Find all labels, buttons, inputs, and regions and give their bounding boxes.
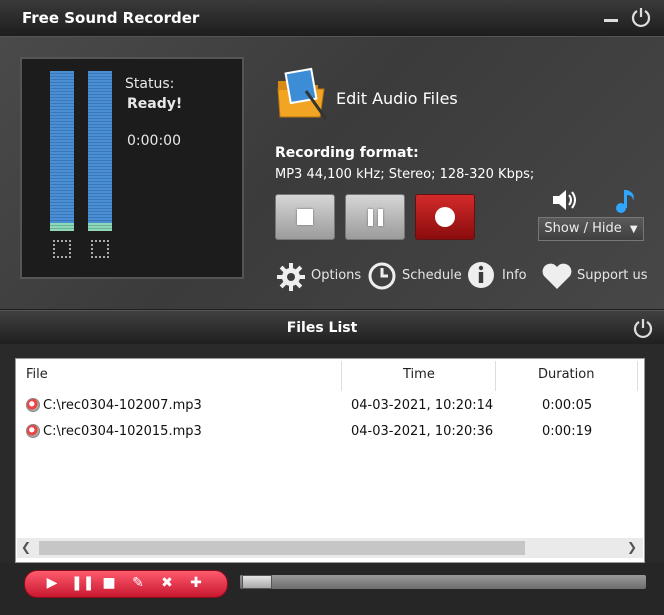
files-list-title: Files List <box>286 320 358 336</box>
column-separator <box>495 361 496 391</box>
column-header-duration[interactable]: Duration <box>538 367 594 391</box>
right-level-meter <box>88 71 112 231</box>
options-link[interactable]: Options <box>311 268 361 283</box>
show-hide-label: Show / Hide <box>544 221 622 236</box>
scroll-left-icon[interactable]: ❮ <box>21 540 31 554</box>
table-row[interactable]: C:\rec0304-102007.mp3 04-03-2021, 10:20:… <box>17 395 643 417</box>
show-hide-dropdown[interactable]: Show / Hide ▼ <box>538 217 644 241</box>
record-button[interactable] <box>415 194 475 240</box>
right-channel-icon <box>91 240 109 258</box>
music-note-icon[interactable] <box>612 187 638 215</box>
row-duration: 0:00:05 <box>542 398 593 413</box>
seek-bar[interactable] <box>240 575 646 589</box>
status-value: Ready! <box>127 96 183 112</box>
heart-icon[interactable] <box>541 261 573 291</box>
files-table[interactable]: File Time Duration C:\rec0304-102007.mp3… <box>15 358 645 563</box>
table-row[interactable]: C:\rec0304-102015.mp3 04-03-2021, 10:20:… <box>17 421 643 443</box>
recording-format-label: Recording format: <box>275 145 419 161</box>
row-time: 04-03-2021, 10:20:36 <box>351 424 494 439</box>
audio-file-icon <box>26 398 40 412</box>
add-file-icon[interactable]: ✚ <box>187 574 205 592</box>
folder-music-icon[interactable] <box>274 67 330 123</box>
edit-file-icon[interactable]: ✎ <box>129 574 147 592</box>
files-list-header: Files List <box>0 310 664 345</box>
row-file: C:\rec0304-102015.mp3 <box>43 424 202 439</box>
seek-thumb[interactable] <box>242 575 272 589</box>
minimize-icon[interactable] <box>600 5 622 27</box>
power-icon[interactable] <box>632 317 654 339</box>
player-controls: ▶ ❚❚ ■ ✎ ✖ ✚ <box>24 570 228 598</box>
column-separator <box>637 361 638 391</box>
scroll-right-icon[interactable]: ❯ <box>627 540 637 554</box>
left-level-meter <box>50 71 74 231</box>
delete-file-icon[interactable]: ✖ <box>158 574 176 592</box>
elapsed-time: 0:00:00 <box>127 133 181 149</box>
clock-icon[interactable] <box>367 261 397 291</box>
right-level-meter-base <box>88 223 112 231</box>
column-separator <box>341 361 342 391</box>
app-title: Free Sound Recorder <box>22 9 200 27</box>
status-label: Status: <box>125 76 175 92</box>
recording-format-value[interactable]: MP3 44,100 kHz; Stereo; 128-320 Kbps; <box>275 167 534 182</box>
title-bar: Free Sound Recorder <box>0 0 664 37</box>
stop-icon[interactable]: ■ <box>100 574 118 592</box>
audio-file-icon <box>26 424 40 438</box>
recorder-panel: Status: Ready! 0:00:00 Edit Audio Files … <box>0 37 664 309</box>
chevron-down-icon: ▼ <box>629 224 638 235</box>
left-channel-icon <box>53 240 71 258</box>
info-link[interactable]: Info <box>502 268 527 283</box>
pause-icon[interactable]: ❚❚ <box>71 574 94 592</box>
gear-icon[interactable] <box>275 261 307 293</box>
row-file: C:\rec0304-102007.mp3 <box>43 398 202 413</box>
speaker-icon[interactable] <box>550 187 578 213</box>
play-icon[interactable]: ▶ <box>43 574 61 592</box>
left-level-meter-base <box>50 223 74 231</box>
row-duration: 0:00:19 <box>542 424 593 439</box>
horizontal-scrollbar[interactable]: ❮ ❯ <box>17 538 643 558</box>
scrollbar-thumb[interactable] <box>39 541 525 555</box>
info-icon[interactable] <box>466 260 496 290</box>
edit-audio-files-link[interactable]: Edit Audio Files <box>336 89 458 108</box>
stop-button[interactable] <box>275 194 335 240</box>
column-header-file[interactable]: File <box>26 367 48 391</box>
power-icon[interactable] <box>630 6 652 28</box>
level-meter-panel: Status: Ready! 0:00:00 <box>20 57 244 279</box>
pause-button[interactable] <box>345 194 405 240</box>
row-time: 04-03-2021, 10:20:14 <box>351 398 494 413</box>
column-header-time[interactable]: Time <box>403 367 435 391</box>
schedule-link[interactable]: Schedule <box>402 268 462 283</box>
support-us-link[interactable]: Support us <box>577 268 648 283</box>
